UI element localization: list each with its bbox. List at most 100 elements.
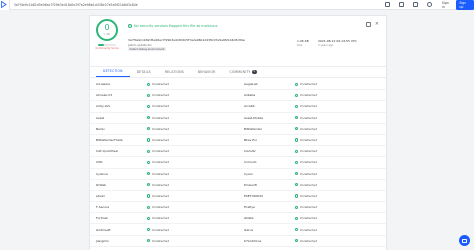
engine-result: ✓ Undetected bbox=[147, 127, 169, 131]
detection-cell: Ad-Aware ✓ Undetected bbox=[90, 82, 238, 86]
detection-row: BitDefenderTheta ✓ Undetected Bkav Pro ✓ Unde… bbox=[90, 135, 386, 147]
sign-up-button[interactable]: Sign up bbox=[456, 0, 474, 10]
logo-icon bbox=[1, 1, 8, 8]
community-count-badge: 2 bbox=[251, 70, 257, 74]
detection-cell: Fortinet ✓ Undetected bbox=[90, 216, 238, 220]
grid-icon[interactable] bbox=[398, 2, 404, 7]
moon-icon[interactable] bbox=[426, 2, 432, 7]
detection-cell: Emsisoft ✓ Undetected bbox=[238, 183, 386, 187]
chat-icon[interactable] bbox=[412, 2, 418, 7]
check-icon: ✓ bbox=[147, 137, 151, 142]
detection-cell: Gridinsoft ✓ Undetected bbox=[90, 228, 238, 232]
result-text: Undetected bbox=[151, 93, 170, 98]
result-text: Undetected bbox=[299, 193, 318, 198]
score-total: / 70 bbox=[104, 32, 110, 36]
check-icon: ✓ bbox=[147, 149, 151, 153]
check-icon: ✓ bbox=[147, 227, 151, 232]
detection-row: AhnLab-V3 ✓ Undetected Alibaba ✓ Undetected bbox=[90, 90, 386, 102]
detection-cell: Baidu ✓ Undetected bbox=[90, 127, 238, 131]
detection-row: Ad-Aware ✓ Undetected AegisLab ✓ Undetected bbox=[90, 79, 386, 91]
result-text: Undetected bbox=[299, 126, 318, 131]
engine-result: ✓ Undetected bbox=[147, 194, 169, 198]
result-text: Undetected bbox=[151, 115, 170, 120]
engine-result: ✓ Undetected bbox=[147, 239, 169, 243]
engine-name: CMC bbox=[96, 160, 103, 165]
reanalyze-icon[interactable] bbox=[366, 22, 371, 27]
result-text: Undetected bbox=[151, 238, 170, 243]
check-icon: ✓ bbox=[295, 137, 299, 142]
detection-cell: Avast ✓ Undetected bbox=[90, 116, 238, 120]
engine-name: Bkav Pro bbox=[244, 138, 258, 143]
check-icon: ✓ bbox=[295, 193, 299, 198]
check-icon: ✓ bbox=[295, 115, 299, 120]
engine-result: ✓ Undetected bbox=[147, 82, 169, 86]
engine-name: Comodo bbox=[244, 160, 257, 165]
detection-row: CMC ✓ Undetected Comodo ✓ Undetected bbox=[90, 157, 386, 169]
engine-name: Antiy-AVL bbox=[96, 104, 111, 109]
tab-community[interactable]: COMMUNITY 2 bbox=[222, 70, 263, 77]
engine-name: Alibaba bbox=[244, 93, 256, 98]
engine-name: BitDefender bbox=[244, 126, 263, 131]
engine-result: ✓ Undetected bbox=[147, 149, 169, 153]
score-value: 0 bbox=[104, 23, 110, 32]
detection-cell: CAT-QuickHeal ✓ Undetected bbox=[90, 149, 238, 153]
search-input[interactable]: 3a7f4e9c1b82d5e06ac7f29b3e418d0c5f7a2e96… bbox=[14, 1, 379, 8]
engine-result: ✓ Undetected bbox=[147, 138, 169, 142]
detection-row: Baidu ✓ Undetected BitDefender ✓ Undetected bbox=[90, 124, 386, 135]
detection-row: CAT-QuickHeal ✓ Undetected ClamAV ✓ Undetecte… bbox=[90, 146, 386, 158]
detection-row: Gridinsoft ✓ Undetected Ikarus ✓ Undetected bbox=[90, 224, 386, 236]
tab-relations[interactable]: RELATIONS bbox=[158, 70, 191, 77]
report-card: 0 / 70 Community Score ✓ No security ven… bbox=[89, 15, 387, 250]
engine-result: ✓ Undetected bbox=[295, 149, 317, 153]
result-text: Undetected bbox=[151, 149, 170, 154]
check-icon: ✓ bbox=[147, 93, 151, 97]
detection-cell: BitDefender ✓ Undetected bbox=[238, 127, 386, 131]
engine-name: K7AntiVirus bbox=[244, 238, 262, 243]
result-text: Undetected bbox=[299, 82, 318, 87]
check-icon: ✓ bbox=[147, 160, 151, 164]
detection-cell: BitDefenderTheta ✓ Undetected bbox=[90, 138, 238, 142]
tab-detection[interactable]: DETECTION bbox=[96, 69, 130, 77]
detection-row: Antiy-AVL ✓ Undetected Arcabit ✓ Undetected bbox=[90, 101, 386, 113]
chat-bubble-icon bbox=[462, 238, 467, 243]
close-icon[interactable]: ✕ bbox=[375, 22, 380, 27]
result-text: Undetected bbox=[299, 149, 318, 154]
engine-result: ✓ Undetected bbox=[295, 138, 317, 142]
detection-cell: eScan ✓ Undetected bbox=[90, 194, 238, 198]
detection-cell: ClamAV ✓ Undetected bbox=[238, 149, 386, 153]
detection-cell: AhnLab-V3 ✓ Undetected bbox=[90, 93, 238, 97]
chat-button[interactable] bbox=[459, 235, 470, 246]
tab-community-label: COMMUNITY bbox=[229, 70, 251, 74]
check-icon: ✓ bbox=[295, 171, 299, 176]
check-icon: ✓ bbox=[147, 115, 151, 120]
result-text: Undetected bbox=[299, 93, 318, 98]
engine-name: Avast-Mobile bbox=[244, 115, 264, 120]
engine-name: DrWeb bbox=[96, 182, 107, 187]
tab-details[interactable]: DETAILS bbox=[130, 70, 158, 77]
engine-result: ✓ Undetected bbox=[147, 116, 169, 120]
check-icon: ✓ bbox=[147, 126, 151, 131]
detection-cell: Arcabit ✓ Undetected bbox=[238, 104, 386, 108]
engine-result: ✓ Undetected bbox=[295, 239, 317, 243]
result-text: Undetected bbox=[299, 238, 318, 243]
engine-result: ✓ Undetected bbox=[147, 93, 169, 97]
engine-result: ✓ Undetected bbox=[295, 93, 317, 97]
engine-result: ✓ Undetected bbox=[295, 172, 317, 176]
tab-behavior[interactable]: BEHAVIOR bbox=[191, 70, 223, 77]
analysis-date: 2021-08-12 09:14:55 UTC 3 years ago bbox=[318, 39, 357, 47]
size-label: Size bbox=[297, 44, 303, 47]
upload-icon[interactable] bbox=[384, 2, 390, 7]
engine-result: ✓ Undetected bbox=[147, 160, 169, 164]
detection-cell: DrWeb ✓ Undetected bbox=[90, 183, 238, 187]
detection-cell: Avast-Mobile ✓ Undetected bbox=[238, 116, 386, 120]
engine-result: ✓ Undetected bbox=[295, 116, 317, 120]
result-text: Undetected bbox=[151, 171, 170, 176]
result-text: Undetected bbox=[299, 205, 318, 210]
sign-in-link[interactable]: Sign in bbox=[442, 1, 453, 9]
tag-chip[interactable]: detect-debug-environment bbox=[128, 47, 166, 51]
detection-grid: Ad-Aware ✓ Undetected AegisLab ✓ Undetected Ah… bbox=[90, 78, 386, 250]
check-icon: ✓ bbox=[295, 205, 299, 209]
engine-name: F-Secure bbox=[96, 205, 110, 210]
check-icon: ✓ bbox=[295, 82, 299, 86]
logo[interactable] bbox=[0, 0, 10, 10]
